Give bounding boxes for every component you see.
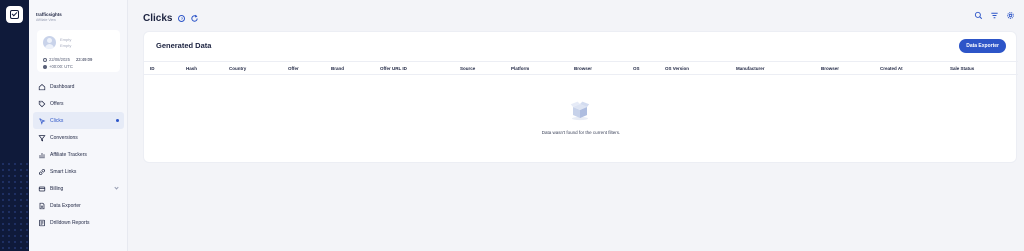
chevron-down-icon[interactable]: [114, 185, 119, 190]
billing-icon: [37, 184, 46, 193]
column-header[interactable]: Offer URL ID: [380, 66, 407, 71]
sidebar-item-billing[interactable]: Billing: [33, 180, 124, 197]
column-header[interactable]: Country: [229, 66, 246, 71]
user-name: Empty: [60, 37, 72, 42]
gear-icon[interactable]: [1006, 11, 1015, 20]
sidebar-item-label: Conversions: [50, 134, 78, 141]
active-indicator: [116, 119, 119, 122]
column-header[interactable]: OS: [633, 66, 640, 71]
column-header[interactable]: Hash: [186, 66, 197, 71]
sidebar-item-dashboard[interactable]: Dashboard: [33, 78, 124, 95]
header-tools: [974, 11, 1015, 20]
funnel-icon: [37, 133, 46, 142]
user-time: 23:49:09: [75, 57, 93, 62]
sidebar-item-conversions[interactable]: Conversions: [33, 129, 124, 146]
user-email: Empty: [60, 43, 72, 48]
column-header[interactable]: ID: [150, 66, 155, 71]
globe-icon: [43, 64, 47, 69]
sidebar-item-smart-links[interactable]: Smart Links: [33, 163, 124, 180]
sidebar-item-data-exporter[interactable]: Data Exporter: [33, 197, 124, 214]
brand-subtitle: Affiliate View: [36, 18, 56, 22]
column-header[interactable]: Created At: [880, 66, 903, 71]
clicks-icon: [37, 116, 46, 125]
sidebar: trafficsights Affiliate View Empty Empty…: [29, 0, 128, 251]
column-header[interactable]: Brand: [331, 66, 344, 71]
sidebar-item-offers[interactable]: Offers: [33, 95, 124, 112]
page-header: Clicks ?: [143, 9, 199, 27]
filter-icon[interactable]: [990, 11, 999, 20]
clock-icon: [43, 57, 47, 62]
data-exporter-button[interactable]: Data Exporter: [959, 39, 1006, 53]
tracker-icon: [37, 150, 46, 159]
generated-data-card: Generated Data Data Exporter ID Hash Cou…: [143, 31, 1018, 163]
rail-pattern: [0, 161, 29, 251]
sidebar-item-label: Offers: [50, 100, 64, 107]
column-header[interactable]: Manufacturer: [736, 66, 765, 71]
column-header[interactable]: Sale Status: [950, 66, 974, 71]
app-rail: [0, 0, 29, 251]
sidebar-item-affiliate-trackers[interactable]: Affiliate Trackers: [33, 146, 124, 163]
brand: trafficsights Affiliate View: [36, 12, 62, 22]
column-header[interactable]: Offer: [288, 66, 299, 71]
empty-box-icon: [570, 101, 590, 121]
user-datetime: 22/08/2025 23:49:09: [43, 57, 92, 62]
sidebar-item-label: Billing: [50, 185, 64, 192]
sidebar-item-label: Affiliate Trackers: [50, 151, 87, 158]
page-title: Clicks: [143, 12, 173, 24]
user-timezone-row: +00:00: UTC: [43, 64, 73, 69]
user-date: 22/08/2025: [49, 57, 70, 62]
card-title: Generated Data: [156, 41, 212, 50]
column-header[interactable]: Platform: [511, 66, 529, 71]
sidebar-item-clicks[interactable]: Clicks: [33, 112, 124, 129]
brand-name: trafficsights: [36, 12, 62, 17]
user-timezone: +00:00: UTC: [49, 64, 73, 69]
table-header: ID Hash Country Offer Brand Offer URL ID…: [144, 61, 1018, 75]
sidebar-item-label: Smart Links: [50, 168, 77, 175]
sidebar-item-drilldown-reports[interactable]: Drilldown Reports: [33, 214, 124, 231]
link-icon: [37, 167, 46, 176]
tag-icon: [37, 99, 46, 108]
sidebar-item-label: Clicks: [50, 117, 64, 124]
exporter-icon: [37, 201, 46, 210]
column-header[interactable]: Browser: [821, 66, 839, 71]
avatar: [43, 36, 56, 49]
empty-state-message: Data wasn't found for the current filter…: [541, 130, 621, 135]
home-icon: [37, 82, 46, 91]
search-icon[interactable]: [974, 11, 983, 20]
app-logo-icon[interactable]: [6, 6, 23, 23]
sidebar-item-label: Dashboard: [50, 83, 75, 90]
refresh-icon[interactable]: [190, 14, 199, 23]
column-header[interactable]: OS Version: [665, 66, 689, 71]
user-card: Empty Empty 22/08/2025 23:49:09 +00:00: …: [37, 30, 120, 72]
report-icon: [37, 218, 46, 227]
help-icon[interactable]: ?: [178, 14, 186, 22]
sidebar-item-label: Drilldown Reports: [50, 219, 90, 226]
column-header[interactable]: Browser: [574, 66, 592, 71]
column-header[interactable]: Source: [460, 66, 475, 71]
sidebar-nav: Dashboard Offers Clicks Conversions Affi…: [33, 78, 124, 231]
sidebar-item-label: Data Exporter: [50, 202, 81, 209]
